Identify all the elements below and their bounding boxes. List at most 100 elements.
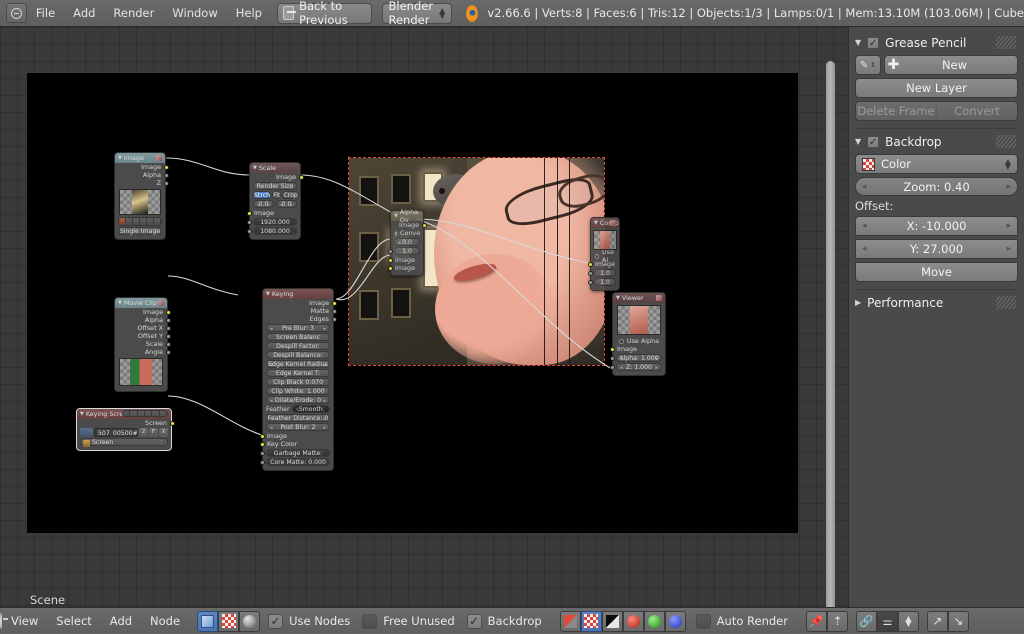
backdrop-channel-select[interactable]: Color ▲ ▼ <box>855 154 1018 174</box>
use-nodes-toggle[interactable]: ✓ Use Nodes <box>268 613 360 629</box>
socket-keycolor-in[interactable] <box>259 441 265 447</box>
node-image-output-image[interactable]: Image <box>115 163 169 171</box>
socket-image-out[interactable] <box>331 300 337 306</box>
node-keying-out-image[interactable]: Image <box>263 299 337 307</box>
collapse-triangle-icon[interactable]: ▼ <box>118 155 122 161</box>
node-editor-canvas[interactable]: ▼ Image Image Alpha Z Single Image ⋮ ▼ Sc… <box>0 27 848 607</box>
node-viewer-in-image[interactable]: Image <box>609 345 665 353</box>
node-image-header[interactable]: ▼ Image <box>115 153 165 163</box>
node-keying-core-matte[interactable]: Core Matte: 0.000 <box>260 458 330 466</box>
backdrop-offset-y[interactable]: ◂ Y: 27.000 ▸ <box>855 239 1018 259</box>
node-viewer-z[interactable]: ◂ Z: 1.000 ▸ <box>610 363 662 371</box>
panel-header-grease-pencil[interactable]: ▼ ✓ Grease Pencil <box>855 33 1018 52</box>
menu-window[interactable]: Window <box>163 3 226 23</box>
use-alpha-checkbox[interactable] <box>618 338 624 344</box>
pencil-icon[interactable]: ✎ ⇕ <box>855 55 881 75</box>
node-image-output-alpha[interactable]: Alpha <box>115 171 169 179</box>
node-scale-x-value[interactable]: 1920.000 <box>247 218 297 226</box>
prop-despill-factor[interactable]: Despill Factor: 1.000 <box>266 342 330 358</box>
node-keying-out-edges[interactable]: Edges <box>263 315 337 323</box>
clip-name-field[interactable]: 507_00500#.exr.001 <box>94 428 138 437</box>
socket-z-in[interactable] <box>610 365 615 370</box>
node-alpha-over-header[interactable]: ▼ Alpha Ov <box>391 208 423 224</box>
pin-group[interactable]: 📌 ⇡ <box>805 610 848 632</box>
free-unused-checkbox[interactable]: ✓ <box>362 613 378 629</box>
render-engine-select[interactable]: Blender Render ▲ ▼ <box>381 0 453 27</box>
delete-frame-button[interactable]: Delete Frame <box>856 104 936 118</box>
chevron-right-icon[interactable]: ▸ <box>1006 221 1011 231</box>
offset-x-field[interactable]: ◂ 0.0 ▸ <box>253 200 274 208</box>
node-keying-in-keycolor[interactable]: Key Color <box>259 440 333 448</box>
node-composite-header[interactable]: ▼ Comp <box>591 218 619 228</box>
node-movie-clip-header[interactable]: ▼ Movie Clip <box>115 298 167 308</box>
node-clip-out-offsety[interactable]: Offset Y <box>115 332 171 340</box>
green-icon[interactable] <box>643 610 665 632</box>
collapse-triangle-icon[interactable]: ▼ <box>855 38 861 47</box>
node-keying-feather-row[interactable]: Feather ∿ Smooth ⋮ <box>266 405 330 413</box>
menu-add[interactable]: Add <box>101 611 141 631</box>
node-image-datablock-icons[interactable] <box>118 217 162 226</box>
chevron-left-icon[interactable]: ◂ <box>862 244 867 254</box>
node-composite-in-image[interactable]: Image <box>587 260 619 268</box>
panel-header-backdrop[interactable]: ▼ ✓ Backdrop <box>855 132 1018 151</box>
paste-icon[interactable]: ↘ <box>947 610 969 632</box>
color-icon[interactable] <box>580 610 602 632</box>
socket-image-in[interactable] <box>587 261 593 267</box>
socket-image-in[interactable] <box>609 346 615 352</box>
node-image[interactable]: ▼ Image Image Alpha Z Single Image ⋮ <box>114 152 169 240</box>
node-keying-screen-out-screen[interactable]: Screen <box>77 419 175 427</box>
grease-pencil-checkbox[interactable]: ✓ <box>867 36 880 49</box>
chevron-left-icon[interactable]: ◂ <box>862 221 867 231</box>
node-keying-screen-tracking-object[interactable]: Screen ⋮ <box>80 438 168 447</box>
node-clip-out-alpha[interactable]: Alpha <box>115 316 171 324</box>
convert-button[interactable]: Convert <box>936 104 1017 118</box>
node-viewer-alpha[interactable]: ◂ Alpha: 1.000 ▸ <box>610 354 662 362</box>
socket-edges-out[interactable] <box>331 316 337 322</box>
node-scale-offsets[interactable]: ◂ 0.0 ▸ ◂ 0.0 ▸ <box>253 200 297 208</box>
socket-image-out[interactable] <box>298 174 304 180</box>
composite-tree-icon[interactable] <box>197 610 219 632</box>
convert-premul-checkbox[interactable] <box>395 230 397 236</box>
socket-alpha-out[interactable] <box>165 317 171 323</box>
socket-scale-out[interactable] <box>165 341 171 347</box>
node-composite-z[interactable]: 1.0 <box>588 278 616 286</box>
prop-despill-balance[interactable]: Despill Balance: 0.500 <box>266 351 330 367</box>
backdrop-zoom-slider[interactable]: ◂ Zoom: 0.40 ▸ <box>855 177 1018 196</box>
chevron-right-icon[interactable]: ▸ <box>1006 182 1011 192</box>
backdrop-checkbox[interactable]: ✓ <box>466 613 482 629</box>
prop-pre-blur[interactable]: ◂ Pre Blur: 3 ▸ <box>266 324 330 332</box>
collapse-triangle-icon[interactable]: ▼ <box>394 213 398 219</box>
node-alpha-over-out-image[interactable]: Image <box>391 221 427 229</box>
offset-y-field[interactable]: ◂ 0.0 ▸ <box>276 200 297 208</box>
node-alpha-over-in-image1[interactable]: Image <box>387 256 423 264</box>
backdrop-offset-x[interactable]: ◂ X: -10.000 ▸ <box>855 216 1018 236</box>
collapse-triangle-icon[interactable]: ▼ <box>855 137 861 146</box>
frame-method-fit[interactable]: Fit <box>272 191 282 199</box>
socket-alpha-in[interactable] <box>610 356 615 361</box>
node-clip-out-image[interactable]: Image <box>115 308 171 316</box>
node-composite-use-alpha[interactable]: Use Al <box>591 248 619 264</box>
blue-icon[interactable] <box>664 610 686 632</box>
collapse-triangle-icon[interactable]: ▼ <box>266 291 270 297</box>
collapse-triangle-icon[interactable]: ▼ <box>616 295 620 301</box>
copy-paste-group[interactable]: ↗ ↘ <box>926 610 969 632</box>
backdrop-move-button[interactable]: Move <box>855 262 1018 282</box>
menu-add[interactable]: Add <box>64 3 104 23</box>
node-image-source-select[interactable]: Single Image ⋮ <box>118 227 162 235</box>
snap-group[interactable]: 🔗 ⚌ ▲ ▼ <box>855 610 919 632</box>
prop-screen-balance[interactable]: Screen Balanc 0.500 <box>266 333 330 349</box>
socket-alpha-out[interactable] <box>163 172 169 178</box>
editor-type-icon[interactable] <box>0 613 2 629</box>
node-scale[interactable]: ▼ Scale Image Render Size ⋮ Strch Fit Cro… <box>246 162 304 240</box>
node-image-output-z[interactable]: Z <box>115 179 169 187</box>
grease-pencil-new-row[interactable]: ✎ ⇕ ✚ New <box>855 55 1018 75</box>
socket-image-in[interactable] <box>246 210 252 216</box>
collapse-triangle-icon[interactable]: ▼ <box>594 220 598 226</box>
socket-x-in[interactable] <box>247 220 252 225</box>
menu-view[interactable]: View <box>2 611 47 631</box>
snap-magnet-icon[interactable]: 🔗 <box>855 610 877 632</box>
node-keying-screen-clip-row[interactable]: 507_00500#.exr.001 2 F X <box>80 428 168 437</box>
node-clip-out-offsetx[interactable]: Offset X <box>115 324 171 332</box>
new-grease-pencil-button[interactable]: ✚ New <box>884 55 1018 75</box>
copy-icon[interactable]: ↗ <box>926 610 948 632</box>
